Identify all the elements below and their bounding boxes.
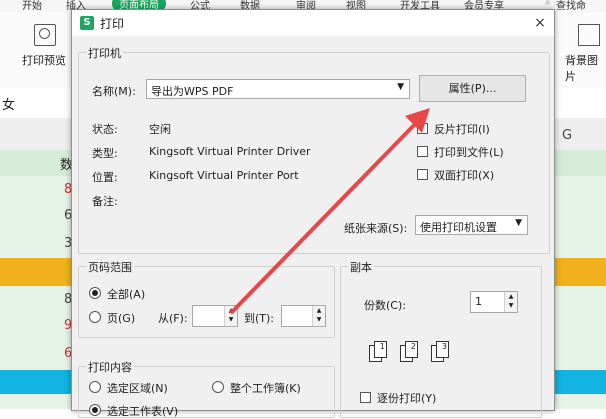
- annotation-arrow: [230, 108, 430, 314]
- arrow-shaft: [230, 116, 423, 314]
